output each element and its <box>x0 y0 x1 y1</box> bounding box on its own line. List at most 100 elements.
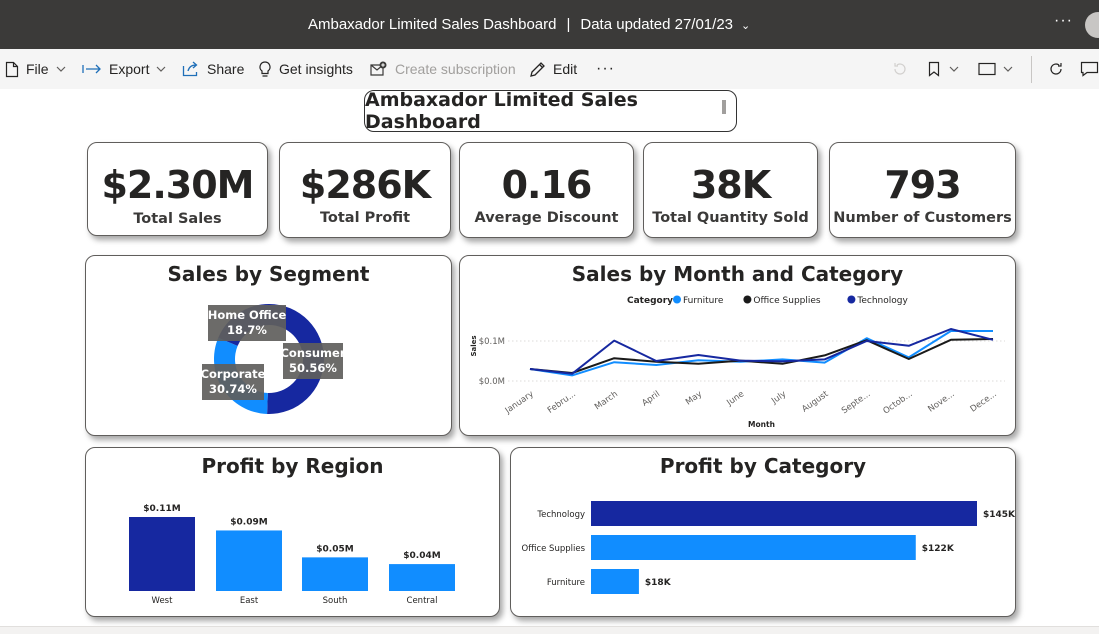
y-tick-label: $0.1M <box>479 337 505 347</box>
share-button[interactable]: Share <box>182 49 244 89</box>
data-label-category: Home Office <box>208 308 287 322</box>
report-header[interactable]: Ambaxador Limited Sales Dashboard | Data u… <box>308 16 750 33</box>
profit-by-category-card[interactable]: Profit by Category $145K Technology $122K O… <box>510 447 1016 617</box>
kpi-value: 0.16 <box>501 163 593 207</box>
y-axis-label: Sales <box>470 335 478 356</box>
chevron-down-icon <box>949 66 959 72</box>
x-tick-label: Septe... <box>840 389 873 416</box>
avatar[interactable] <box>1085 12 1099 38</box>
mail-subscribe-icon <box>370 61 387 76</box>
legend-entry: Office Supplies <box>753 296 821 306</box>
kpi-label: Average Discount <box>474 210 619 226</box>
action-toolbar: File Export Share Get insights Create su… <box>0 49 1099 89</box>
data-label: $145K <box>983 510 1015 520</box>
y-tick-label: $0.0M <box>479 377 505 387</box>
bar[interactable] <box>591 501 977 526</box>
report-name: Ambaxador Limited Sales Dashboard <box>308 16 557 33</box>
sales-by-month-card[interactable]: Sales by Month and Category Category Furn… <box>459 255 1016 436</box>
title-separator: | <box>566 16 571 33</box>
data-label: $18K <box>645 578 672 588</box>
chevron-down-icon <box>56 66 65 72</box>
export-label: Export <box>109 61 150 77</box>
create-subscription-button[interactable]: Create subscription <box>370 49 516 89</box>
kpi-value: 793 <box>884 163 961 207</box>
file-menu-button[interactable]: File <box>5 49 73 89</box>
legend-marker <box>847 295 856 304</box>
data-label-value: 18.7% <box>227 323 267 337</box>
report-canvas: Ambaxador Limited Sales Dashboard $2.30M… <box>0 89 1099 634</box>
profit-by-region-bar-chart: $0.11M West $0.09M East $0.05M South $0.04M Cen… <box>129 504 455 606</box>
x-tick-label: South <box>323 596 348 606</box>
kpi-card-total-quantity[interactable]: 38K Total Quantity Sold <box>643 142 818 238</box>
kpi-label: Total Quantity Sold <box>652 210 809 226</box>
y-tick-label: Office Supplies <box>522 544 586 554</box>
kpi-card-number-of-customers[interactable]: 793 Number of Customers <box>829 142 1016 238</box>
reset-icon[interactable] <box>892 49 908 89</box>
document-icon <box>5 61 19 77</box>
kpi-value: $286K <box>299 163 431 207</box>
series-line[interactable] <box>529 338 994 374</box>
kpi-card-average-discount[interactable]: 0.16 Average Discount <box>459 142 634 238</box>
kpi-label: Total Profit <box>319 210 411 226</box>
chevron-down-icon <box>157 66 166 72</box>
more-options-icon[interactable]: ··· <box>1054 12 1073 30</box>
bar[interactable] <box>591 535 916 560</box>
refresh-icon[interactable] <box>1048 49 1064 89</box>
dashboard-title: Ambaxador Limited Sales Dashboard <box>365 89 638 133</box>
lightbulb-icon <box>259 60 271 77</box>
more-commands-icon[interactable]: ··· <box>596 49 615 89</box>
sales-by-segment-card[interactable]: Sales by Segment Consumer 50.56% Corporate… <box>85 255 452 436</box>
bar[interactable] <box>129 517 195 591</box>
dashboard-title-box[interactable]: Ambaxador Limited Sales Dashboard <box>364 89 737 133</box>
status-bar <box>0 626 1099 634</box>
data-label: $0.09M <box>230 517 267 527</box>
comment-icon[interactable] <box>1080 49 1099 89</box>
data-label-category: Consumer <box>280 346 345 360</box>
legend-entry: Furniture <box>683 296 724 306</box>
share-label: Share <box>207 61 245 77</box>
x-tick-label: May <box>684 389 704 407</box>
text-cursor <box>722 100 726 114</box>
x-tick-label: Octob... <box>881 389 914 416</box>
bar[interactable] <box>216 530 282 591</box>
kpi-card-total-profit[interactable]: $286K Total Profit <box>279 142 451 238</box>
legend-marker <box>743 295 752 304</box>
bookmark-menu-button[interactable] <box>928 49 959 89</box>
x-tick-label: Central <box>407 596 438 606</box>
x-tick-label: West <box>152 596 174 606</box>
title-bar: Ambaxador Limited Sales Dashboard | Data u… <box>0 0 1099 49</box>
bar[interactable] <box>591 569 639 594</box>
sales-by-segment-donut: Consumer50.56% Corporate30.74% Home Office… <box>201 304 346 414</box>
export-arrow-icon <box>82 64 101 74</box>
kpi-label: Number of Customers <box>833 210 1012 226</box>
data-updated-label: Data updated 27/01/23 <box>580 16 734 33</box>
kpi-value: $2.30M <box>101 163 254 207</box>
x-tick-label: Febru... <box>546 389 578 416</box>
data-label: $122K <box>922 544 955 554</box>
profit-by-region-card[interactable]: Profit by Region $0.11M West $0.09M East $0.… <box>85 447 500 617</box>
x-tick-label: East <box>240 596 259 606</box>
export-menu-button[interactable]: Export <box>82 49 173 89</box>
x-axis-label: Month <box>748 420 775 429</box>
bar[interactable] <box>389 564 455 591</box>
x-tick-label: April <box>640 389 662 408</box>
view-frame-icon <box>978 62 996 76</box>
edit-label: Edit <box>553 61 578 77</box>
kpi-card-total-sales[interactable]: $2.30M Total Sales <box>87 142 268 236</box>
data-label: $0.11M <box>143 504 180 514</box>
view-menu-button[interactable] <box>978 49 1013 89</box>
x-tick-label: July <box>769 389 788 407</box>
chevron-down-icon[interactable]: ⌄ <box>741 19 750 32</box>
insights-label: Get insights <box>279 61 353 77</box>
profit-by-category-bar-chart: $145K Technology $122K Office Supplies $18K F… <box>522 501 1015 594</box>
bar[interactable] <box>302 557 368 591</box>
get-insights-button[interactable]: Get insights <box>258 49 353 89</box>
data-label-value: 30.74% <box>209 382 257 396</box>
share-icon <box>182 61 198 77</box>
edit-button[interactable]: Edit <box>529 49 577 89</box>
x-tick-label: Nove... <box>926 389 956 414</box>
x-tick-label: March <box>593 389 620 412</box>
y-tick-label: Technology <box>536 510 585 520</box>
data-label: $0.05M <box>316 544 353 554</box>
data-label-category: Corporate <box>201 367 266 381</box>
